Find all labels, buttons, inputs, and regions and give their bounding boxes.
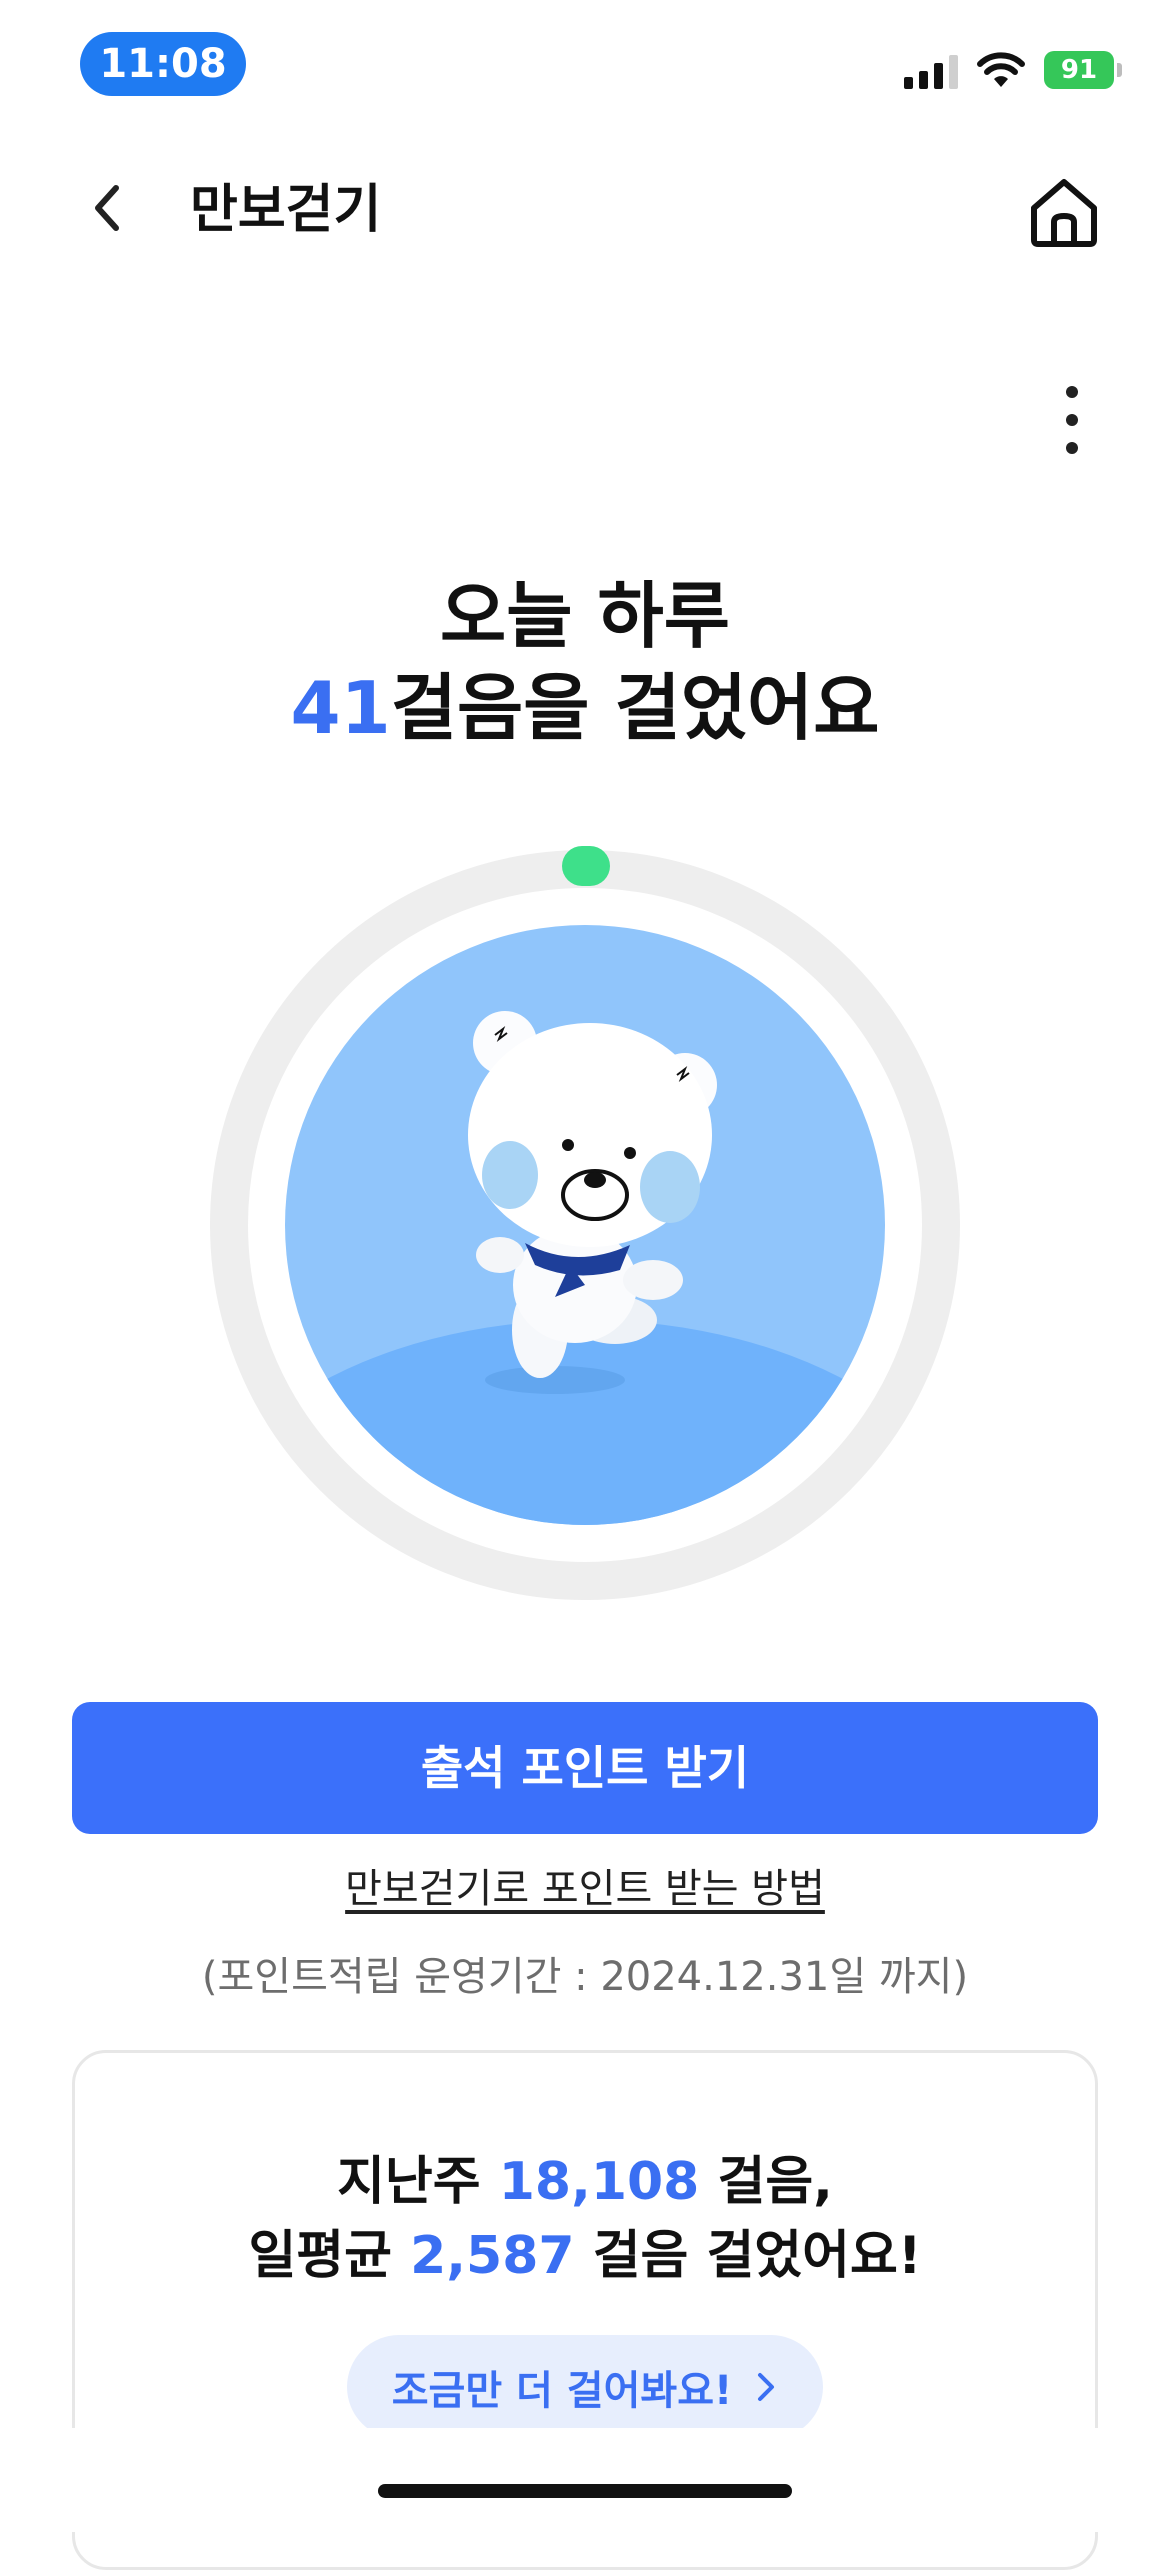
steps-headline: 오늘 하루 41걸음을 걸었어요 xyxy=(0,570,1170,754)
back-chevron-icon[interactable] xyxy=(78,178,138,238)
today-steps-number: 41 xyxy=(290,666,391,750)
daily-average-line: 일평균 2,587 걸음 걸었어요! xyxy=(75,2219,1095,2293)
battery-icon: 91 xyxy=(1044,51,1122,89)
last-week-suffix: 걸음, xyxy=(717,2152,833,2212)
wifi-icon xyxy=(977,52,1025,87)
walk-more-label: 조금만 더 걸어봐요! xyxy=(391,2368,733,2414)
headline-line2-suffix: 걸음을 걸었어요 xyxy=(390,666,880,750)
headline-line2: 41걸음을 걸었어요 xyxy=(0,662,1170,754)
last-week-line: 지난주 18,108 걸음, xyxy=(75,2145,1095,2219)
attendance-points-button[interactable]: 출석 포인트 받기 xyxy=(72,1702,1098,1834)
walk-more-button[interactable]: 조금만 더 걸어봐요! xyxy=(347,2335,823,2439)
home-icon[interactable] xyxy=(1026,174,1102,250)
home-indicator[interactable] xyxy=(378,2484,792,2498)
status-icons: 91 xyxy=(904,48,1122,92)
chevron-right-icon xyxy=(758,2373,775,2401)
more-vertical-icon[interactable] xyxy=(1052,380,1092,460)
last-week-prefix: 지난주 xyxy=(337,2152,481,2212)
nav-bar: 만보걷기 xyxy=(0,150,1170,270)
progress-indicator-dot xyxy=(562,846,610,886)
last-week-steps: 18,108 xyxy=(498,2152,700,2212)
page-title: 만보걷기 xyxy=(190,180,382,240)
mascot-circle xyxy=(285,925,885,1525)
bottom-safe-area xyxy=(0,2428,1170,2532)
signal-icon xyxy=(904,51,958,89)
status-bar: 11:08 91 xyxy=(0,0,1170,130)
operation-period-note: (포인트적립 운영기간 : 2024.12.31일 까지) xyxy=(201,1954,969,2000)
weekly-summary-text: 지난주 18,108 걸음, 일평균 2,587 걸음 걸었어요! xyxy=(75,2145,1095,2293)
battery-level: 91 xyxy=(1060,55,1098,85)
daily-average-prefix: 일평균 xyxy=(248,2226,392,2286)
headline-line1: 오늘 하루 xyxy=(439,574,731,658)
status-time: 11:08 xyxy=(80,32,246,96)
daily-average-steps: 2,587 xyxy=(410,2226,575,2286)
bear-mascot-illustration xyxy=(468,1011,717,1394)
howto-link[interactable]: 만보걷기로 포인트 받는 방법 xyxy=(0,1856,1170,1914)
daily-average-suffix: 걸음 걸었어요! xyxy=(592,2226,922,2286)
step-progress-ring xyxy=(210,846,960,1600)
